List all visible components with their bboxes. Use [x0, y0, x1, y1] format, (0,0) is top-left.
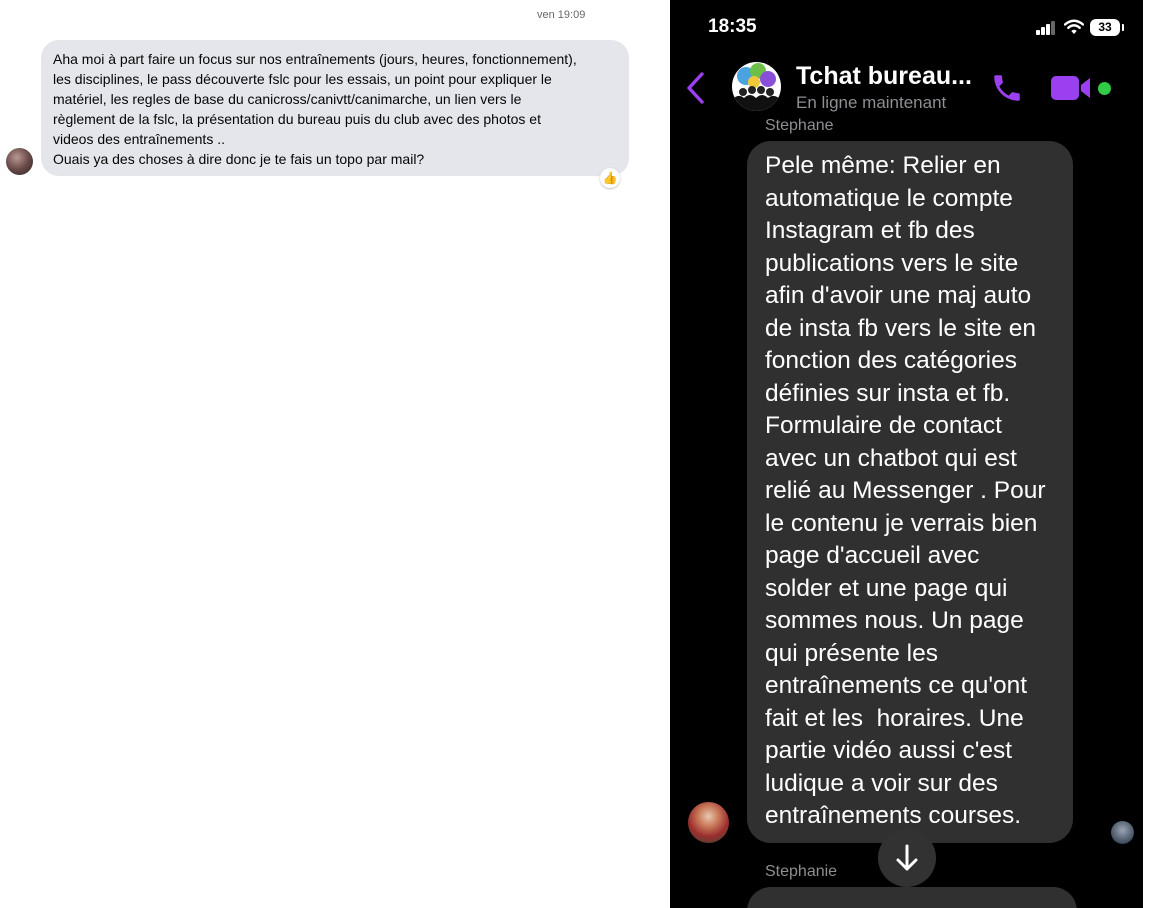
status-bar-time: 18:35 [708, 16, 757, 37]
message-line: fait et les horaires. Une [765, 704, 1024, 732]
message-line: le contenu je verrais bien [765, 509, 1038, 537]
sender-name: Stephanie [765, 863, 838, 880]
message-timestamp: ven 19:09 [537, 9, 586, 21]
message-line: Instagram et fb des [765, 217, 975, 244]
arrow-down-icon [896, 844, 918, 871]
message-line: fonction des catégories [765, 347, 1017, 374]
message-bubble[interactable]: Pele même: Relier en automatique le comp… [747, 141, 1073, 843]
message-line: entraînements courses. [765, 802, 1022, 829]
message-line: définies sur insta et fb. [765, 379, 1011, 407]
thumbs-up-icon[interactable]: 👍 [600, 168, 620, 188]
phone-chat-screen: 18:35 33 Tchat bureau... En ligne mainte… [670, 0, 1143, 908]
battery-level: 33 [1090, 19, 1124, 36]
message-bubble[interactable] [747, 887, 1077, 908]
message-bubble[interactable]: Aha moi à part faire un focus sur nos en… [41, 40, 629, 176]
message-line: solder et une page qui [765, 574, 1008, 602]
sender-avatar[interactable] [6, 148, 33, 175]
message-line: de insta fb vers le site en [765, 314, 1037, 342]
message-line: qui présente les [765, 639, 938, 667]
read-receipt-avatar [1111, 821, 1134, 844]
message-line: videos des entraînements .. [53, 131, 225, 147]
desktop-chat-pane: ven 19:09 Aha moi à part faire un focus … [0, 0, 670, 908]
presence-status: En ligne maintenant [796, 93, 947, 112]
message-line: partie vidéo aussi c'est [765, 737, 1013, 764]
video-call-icon[interactable] [1050, 74, 1092, 102]
message-line: publications vers le site [765, 249, 1019, 277]
cellular-signal-icon [1036, 21, 1058, 35]
message-line: sommes nous. Un page [765, 607, 1024, 634]
sender-avatar[interactable] [688, 802, 729, 843]
message-line: relié au Messenger . Pour [765, 477, 1046, 504]
message-line: page d'accueil avec [765, 542, 980, 569]
chat-title[interactable]: Tchat bureau... [796, 62, 972, 91]
message-line: afin d'avoir une maj auto [765, 282, 1032, 309]
message-line: automatique le compte [765, 184, 1013, 212]
page-margin [1143, 0, 1154, 908]
message-line: entraînements ce qu'ont [765, 672, 1028, 699]
wifi-icon [1064, 19, 1084, 34]
back-arrow-icon[interactable] [684, 70, 708, 106]
message-line: Formulaire de contact [765, 412, 1002, 439]
message-line: ludique a voir sur des [765, 769, 998, 797]
message-line: Pele même: Relier en [765, 152, 1001, 179]
online-indicator [1098, 82, 1111, 95]
message-line: avec un chatbot qui est [765, 444, 1017, 472]
message-line: matériel, les regles de base du canicros… [53, 91, 522, 107]
scroll-down-button[interactable] [878, 829, 936, 887]
phone-call-icon[interactable] [990, 71, 1024, 105]
sender-name: Stephane [765, 117, 834, 134]
message-line: règlement de la fslc, la présentation du… [53, 111, 541, 127]
group-avatar[interactable] [732, 62, 781, 111]
message-line: Ouais ya des choses à dire donc je te fa… [53, 151, 425, 167]
message-line: Aha moi à part faire un focus sur nos en… [53, 51, 577, 67]
message-line: les disciplines, le pass découverte fslc… [53, 71, 552, 87]
